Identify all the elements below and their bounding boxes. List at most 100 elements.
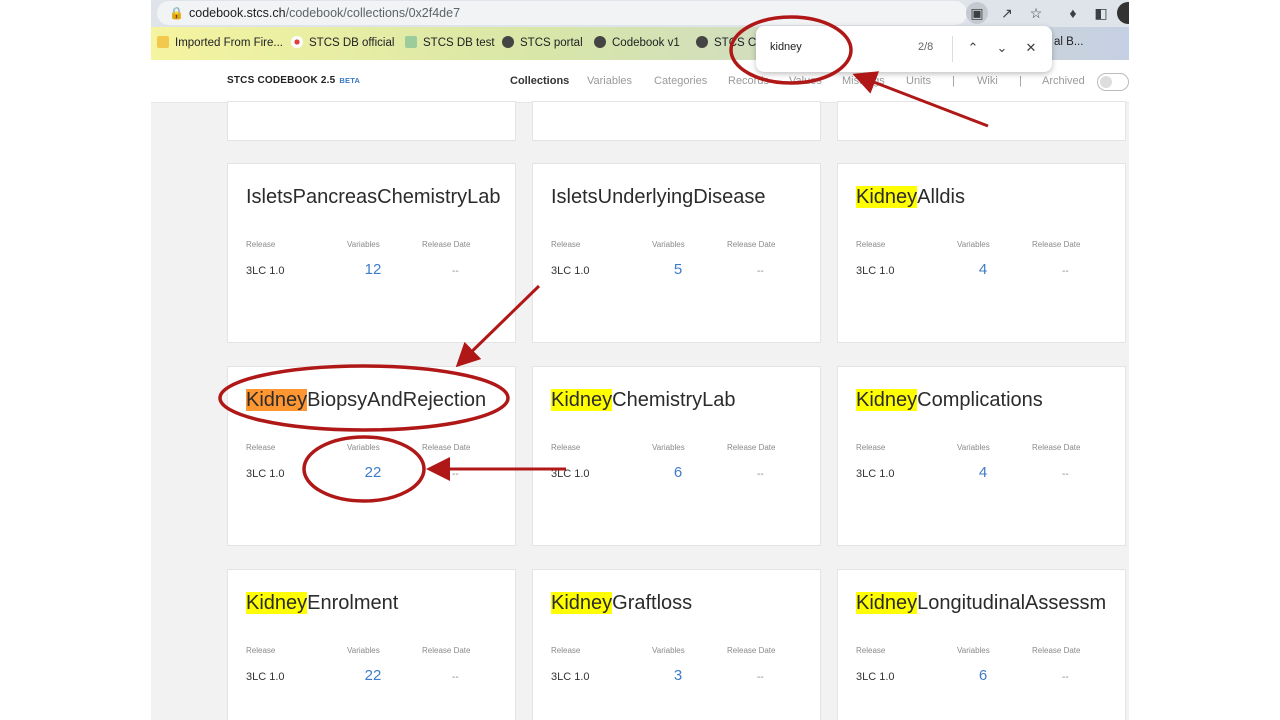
search-highlight: Kidney: [551, 389, 613, 411]
collection-card[interactable]: KidneyEnrolment Release Variables Release D…: [227, 569, 516, 720]
url-text: codebook.stcs.ch/codebook/collections/0x…: [189, 6, 461, 20]
nav-units[interactable]: Units: [906, 75, 931, 87]
collection-card[interactable]: IsletsUnderlyingDisease Release Variables R…: [532, 163, 821, 343]
variables-count-link[interactable]: 6: [948, 667, 1018, 684]
collection-title[interactable]: KidneyChemistryLab: [551, 389, 736, 412]
variables-count-link[interactable]: 4: [948, 261, 1018, 278]
variables-count-link[interactable]: 5: [643, 261, 713, 278]
collection-card[interactable]: IsletsPancreasChemistryLab Release Variabl…: [227, 163, 516, 343]
globe-icon: [594, 36, 606, 48]
collection-title-rest: IsletsUnderlyingDisease: [551, 186, 766, 208]
app-brand[interactable]: STCS CODEBOOK 2.5 BETA: [227, 75, 360, 86]
collection-card-stub[interactable]: [837, 101, 1126, 141]
release-label: Release: [856, 443, 886, 452]
find-input[interactable]: kidney: [770, 41, 802, 53]
release-date-value: --: [1062, 672, 1069, 683]
release-value: 3LC 1.0: [551, 265, 590, 277]
dots-icon: [291, 36, 303, 48]
bookmark-codebook-v1[interactable]: Codebook v1: [594, 36, 680, 49]
release-date-label: Release Date: [422, 646, 471, 655]
collection-title-rest: IsletsPancreasChemistryLab: [246, 186, 501, 208]
nav-variables[interactable]: Variables: [587, 75, 632, 87]
collection-title[interactable]: KidneyAlldis: [856, 186, 965, 209]
search-highlight: Kidney: [246, 592, 308, 614]
release-date-value: --: [452, 672, 459, 683]
collection-card[interactable]: KidneyChemistryLab Release Variables Releas…: [532, 366, 821, 546]
address-bar: 🔒 codebook.stcs.ch/codebook/collections/…: [151, 0, 1129, 27]
collection-card[interactable]: KidneyGraftloss Release Variables Release D…: [532, 569, 821, 720]
collection-title[interactable]: IsletsUnderlyingDisease: [551, 186, 766, 209]
variables-count-link[interactable]: 6: [643, 464, 713, 481]
nav-collections[interactable]: Collections: [510, 75, 569, 87]
bookmark-stcs-co[interactable]: STCS Co: [696, 36, 763, 49]
variables-label: Variables: [652, 646, 685, 655]
release-label: Release: [856, 646, 886, 655]
nav-wiki[interactable]: Wiki: [977, 75, 998, 87]
variables-count-link[interactable]: 22: [338, 667, 408, 684]
find-in-page-icon[interactable]: ▣: [966, 2, 988, 24]
release-label: Release: [551, 443, 581, 452]
nav-missings[interactable]: Missings: [842, 75, 885, 87]
nav-records[interactable]: Records: [728, 75, 769, 87]
search-highlight: Kidney: [856, 592, 918, 614]
search-highlight: Kidney: [856, 186, 918, 208]
collection-title[interactable]: KidneyEnrolment: [246, 592, 398, 615]
close-icon[interactable]: ✕: [1020, 37, 1042, 59]
collection-card[interactable]: KidneyAlldis Release Variables Release Date…: [837, 163, 1126, 343]
bookmark-overflow[interactable]: al B...: [1054, 36, 1083, 48]
collection-title-rest: Graftloss: [612, 592, 693, 614]
release-label: Release: [246, 443, 276, 452]
release-date-label: Release Date: [727, 646, 776, 655]
collection-card-stub[interactable]: [532, 101, 821, 141]
url-field[interactable]: 🔒 codebook.stcs.ch/codebook/collections/…: [157, 1, 967, 25]
release-label: Release: [856, 240, 886, 249]
archived-toggle[interactable]: [1097, 73, 1129, 91]
collection-title-rest: Complications: [917, 389, 1043, 411]
star-icon[interactable]: ☆: [1025, 2, 1047, 24]
collection-title-rest: Enrolment: [307, 592, 399, 614]
collection-card-stub[interactable]: [227, 101, 516, 141]
variables-label: Variables: [652, 240, 685, 249]
folder-icon: [157, 36, 169, 48]
bookmark-stcs-db-test[interactable]: STCS DB test: [405, 36, 495, 49]
h-icon: [405, 36, 417, 48]
variables-count-link[interactable]: 3: [643, 667, 713, 684]
collection-title-rest: BiopsyAndRejection: [307, 389, 487, 411]
collection-title[interactable]: IsletsPancreasChemistryLab: [246, 186, 501, 209]
chevron-up-icon[interactable]: ⌃: [962, 37, 984, 59]
release-date-value: --: [452, 469, 459, 480]
collection-title[interactable]: KidneyComplications: [856, 389, 1043, 412]
chevron-down-icon[interactable]: ⌄: [991, 37, 1013, 59]
nav-divider: |: [952, 75, 955, 87]
release-value: 3LC 1.0: [246, 265, 285, 277]
collection-card[interactable]: KidneyLongitudinalAssessm Release Variable…: [837, 569, 1126, 720]
variables-count-link[interactable]: 22: [338, 464, 408, 481]
collection-title[interactable]: KidneyGraftloss: [551, 592, 692, 615]
globe-icon: [696, 36, 708, 48]
browser-screenshot: 🔒 codebook.stcs.ch/codebook/collections/…: [151, 0, 1129, 720]
bookmark-imported[interactable]: Imported From Fire...: [157, 36, 283, 49]
nav-categories[interactable]: Categories: [654, 75, 707, 87]
release-date-label: Release Date: [1032, 443, 1081, 452]
release-date-label: Release Date: [422, 443, 471, 452]
release-label: Release: [246, 240, 276, 249]
collection-card[interactable]: KidneyComplications Release Variables Relea…: [837, 366, 1126, 546]
collection-title[interactable]: KidneyLongitudinalAssessm: [856, 592, 1106, 615]
profile-icon[interactable]: [1117, 2, 1129, 24]
variables-label: Variables: [347, 443, 380, 452]
release-date-value: --: [757, 672, 764, 683]
collection-title[interactable]: KidneyBiopsyAndRejection: [246, 389, 486, 412]
share-icon[interactable]: ↗: [996, 2, 1018, 24]
variables-count-link[interactable]: 4: [948, 464, 1018, 481]
variables-label: Variables: [957, 443, 990, 452]
side-panel-icon[interactable]: ◧: [1090, 2, 1112, 24]
collection-card[interactable]: KidneyBiopsyAndRejection Release Variables…: [227, 366, 516, 546]
variables-count-link[interactable]: 12: [338, 261, 408, 278]
nav-values[interactable]: Values: [789, 75, 822, 87]
bookmark-stcs-portal[interactable]: STCS portal: [502, 36, 583, 49]
release-date-label: Release Date: [1032, 240, 1081, 249]
extensions-icon[interactable]: ♦: [1062, 2, 1084, 24]
bookmark-stcs-db-official[interactable]: STCS DB official: [291, 36, 394, 49]
collection-title-rest: Alldis: [917, 186, 965, 208]
release-date-value: --: [452, 266, 459, 277]
